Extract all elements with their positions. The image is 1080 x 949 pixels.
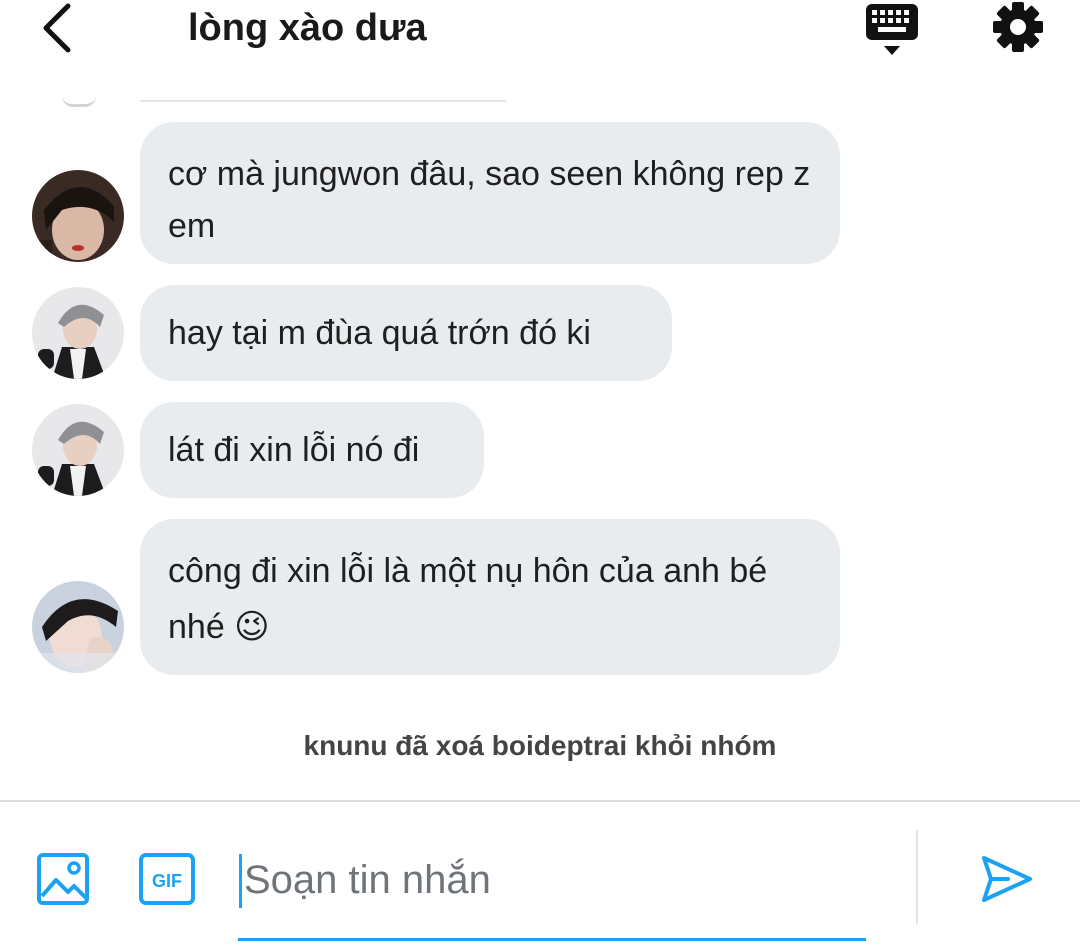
composer-separator <box>916 830 918 924</box>
avatar-dark-hair-hand <box>32 581 124 673</box>
message-bubble[interactable]: lát đi xin lỗi nó đi <box>140 402 484 498</box>
back-button[interactable] <box>36 0 80 56</box>
gif-label: GIF <box>152 871 182 891</box>
image-icon <box>37 853 89 905</box>
chat-header: lòng xào dưa <box>0 0 1080 60</box>
avatar[interactable] <box>32 170 124 262</box>
previous-bubble-edge <box>140 100 506 102</box>
add-gif-button[interactable]: GIF <box>138 852 196 906</box>
input-underline <box>238 938 866 941</box>
avatar-silver-hair <box>32 287 124 379</box>
system-notice: knunu đã xoá boideptrai khỏi nhóm <box>303 730 777 761</box>
message-text: cơ mà jungwon đâu, sao seen không rep z … <box>168 155 811 245</box>
message-bubble[interactable]: cơ mà jungwon đâu, sao seen không rep z … <box>140 122 840 264</box>
message-input-wrapper <box>238 840 866 941</box>
conversation-title: lòng xào dưa <box>188 7 427 49</box>
avatar-silver-hair <box>32 404 124 496</box>
send-icon <box>982 856 1032 902</box>
message-bubble[interactable]: công đi xin lỗi là một nụ hôn của anh bé… <box>140 519 840 675</box>
settings-button[interactable] <box>988 0 1048 58</box>
message-bubble[interactable]: hay tại m đùa quá trớn đó ki <box>140 285 672 381</box>
keyboard-button[interactable] <box>862 0 922 58</box>
chevron-left-icon <box>43 3 71 53</box>
previous-avatar-edge <box>62 96 96 107</box>
message-text: công đi xin lỗi là một nụ hôn của anh bé… <box>168 552 768 646</box>
avatar[interactable] <box>32 581 124 673</box>
keyboard-icon <box>866 4 918 55</box>
message-text: lát đi xin lỗi nó đi <box>168 431 420 469</box>
avatar-dark-hair-red-lips <box>32 170 124 262</box>
message-composer: GIF <box>0 802 1080 949</box>
avatar[interactable] <box>32 287 124 379</box>
add-image-button[interactable] <box>36 852 90 906</box>
gif-icon: GIF <box>139 853 195 905</box>
avatar[interactable] <box>32 404 124 496</box>
gear-icon <box>993 2 1043 52</box>
message-input[interactable] <box>238 840 866 920</box>
send-button[interactable] <box>978 850 1036 908</box>
message-text: hay tại m đùa quá trớn đó ki <box>168 314 591 352</box>
